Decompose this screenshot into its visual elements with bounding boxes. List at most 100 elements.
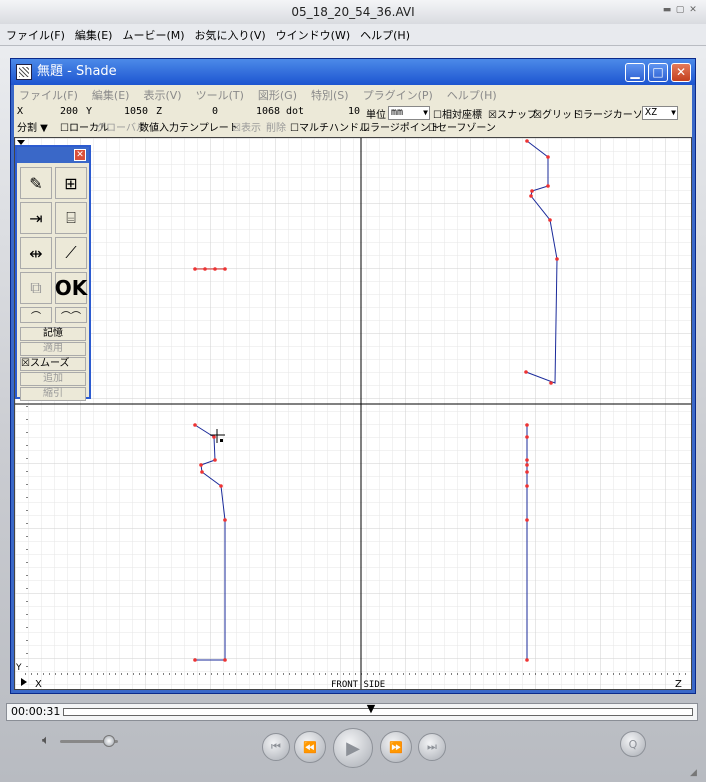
shade-menu-edit[interactable]: 編集(E) [92,87,130,103]
y-value[interactable]: 1050 [124,106,148,117]
delete-button[interactable]: 削除 [266,122,286,136]
skip-start-icon: ⏮ [271,740,281,753]
fast-forward-button[interactable]: ⏩ [380,731,412,763]
hierarchy-tool-button[interactable]: ⊞ [55,167,87,199]
line-icon: ⟋ [65,243,77,262]
pencil-tool-button[interactable]: ✎ [20,167,52,199]
menu-movie[interactable]: ムービー(M) [122,27,184,43]
step-value[interactable]: 10 [348,106,360,117]
volume-knob[interactable] [103,735,116,747]
unit-select[interactable]: mm [388,106,430,120]
cylinder-tool-button[interactable]: ⌸ [55,202,87,234]
scale-icon: ⇹ [29,243,43,263]
minimize-icon[interactable]: ▬ [662,5,672,15]
maximize-button[interactable]: □ [648,63,668,82]
menu-edit[interactable]: 編集(E) [75,27,113,43]
minimize-button[interactable]: ▁ [625,63,645,82]
shade-menu-view[interactable]: 表示(V) [143,87,181,103]
viewports[interactable]: X Y Z FRONT SIDE [14,137,692,690]
snap-checkbox[interactable]: ☒スナップ [488,106,537,121]
maximize-icon[interactable]: ▢ [675,5,685,15]
numeric-input-button[interactable]: 数値入力 [139,122,179,136]
pencil-icon: ✎ [29,173,43,193]
close-icon: ✕ [675,65,687,79]
cylinder-icon: ⌸ [66,208,76,227]
x-axis-label: X [35,679,42,690]
maximize-icon: □ [652,65,664,79]
split-label: 分割 [17,123,37,134]
window-title: 05_18_20_54_36.AVI [291,5,415,19]
rewind-icon: ⏪ [303,740,317,754]
timeline-track[interactable]: ▼ [63,703,693,716]
display-checkbox[interactable]: ☒表示 [232,122,261,136]
play-button[interactable]: ▶ [333,728,373,768]
smooth-checkbox[interactable]: ☒スムーズ [20,357,86,371]
unit-label: 単位 [366,110,386,121]
copy-tool-button[interactable]: ⧉ [20,272,52,304]
hill-small-icon: ⌒ [31,311,41,323]
palette-close-icon[interactable]: ✕ [74,149,86,161]
play-icon: ▶ [346,737,360,759]
y-label: Y [86,106,93,117]
coordinate-bar: X 200 Y 1050 Z 0 1068 dot 10 単位 mm ☐相対座標… [14,105,692,121]
window-title-bar: 05_18_20_54_36.AVI ▬ ▢ ✕ [0,0,706,24]
shade-title-bar: 無題 - Shade ▁ □ ✕ [11,59,695,85]
move-tool-button[interactable]: ⇥ [20,202,52,234]
shade-app-icon [16,64,32,80]
volume-slider[interactable] [60,735,118,747]
plane-select[interactable]: XZ [642,106,678,120]
shade-menu-file[interactable]: ファイル(F) [19,87,78,103]
minimize-icon: ▁ [630,65,640,79]
unit-value: mm [391,107,404,118]
menu-help[interactable]: ヘルプ(H) [360,27,410,43]
shade-menu-plugin[interactable]: プラグイン(P) [363,87,433,103]
go-to-start-button[interactable]: ⏮ [262,733,290,761]
multi-handle-checkbox[interactable]: ☐マルチハンドル [290,122,369,136]
close-icon[interactable]: ✕ [688,5,698,15]
relative-coords-checkbox[interactable]: ☐相対座標 [433,106,482,121]
hill-small-button[interactable]: ⌒ [20,307,52,323]
move-icon: ⇥ [29,208,43,228]
go-to-end-button[interactable]: ⏭ [418,733,446,761]
hill-large-button[interactable]: ⌒⌒ [55,307,87,323]
split-select[interactable]: 分割 ▼ [17,122,48,136]
z-value[interactable]: 0 [212,106,218,117]
ok-button[interactable]: OK [55,272,87,304]
scale-tool-button[interactable]: ⇹ [20,237,52,269]
qt-menu-bar: ファイル(F) 編集(E) ムービー(M) お気に入り(V) ウインドウ(W) … [0,24,706,46]
shade-menu-help[interactable]: ヘルプ(H) [447,87,497,103]
memory-button[interactable]: 記憶 [20,327,86,341]
shade-menu-bar: ファイル(F) 編集(E) 表示(V) ツール(T) 図形(G) 特別(S) プ… [14,85,692,105]
line-tool-button[interactable]: ⟋ [55,237,87,269]
rewind-button[interactable]: ⏪ [294,731,326,763]
front-side-label: FRONT SIDE [331,680,385,690]
apply-button[interactable]: 適用 [20,342,86,356]
shrink-button[interactable]: 縮引 [20,387,86,401]
x-value[interactable]: 200 [60,106,78,117]
dot-value[interactable]: 1068 [256,106,280,117]
hierarchy-icon: ⊞ [64,173,78,193]
palette-title-bar[interactable]: ✕ [17,147,89,163]
playhead-icon[interactable]: ▼ [367,703,375,714]
large-cursor-checkbox[interactable]: ☐ラージカーソル [574,106,653,121]
add-button[interactable]: 追加 [20,372,86,386]
z-axis-label: Z [675,679,682,690]
menu-window[interactable]: ウインドウ(W) [276,27,350,43]
shade-menu-shape[interactable]: 図形(G) [258,87,297,103]
resize-grip-icon[interactable]: ◢ [690,768,697,778]
menu-file[interactable]: ファイル(F) [6,27,65,43]
y-axis-label: Y [15,663,22,673]
z-label: Z [156,106,163,117]
quicktime-logo-button[interactable]: Q [620,731,646,757]
quicktime-logo-icon: Q [628,737,638,751]
shade-menu-special[interactable]: 特別(S) [311,87,349,103]
template-button[interactable]: テンプレート [179,122,239,136]
menu-favorites[interactable]: お気に入り(V) [195,27,266,43]
close-button[interactable]: ✕ [671,63,691,82]
x-label: X [17,106,24,117]
shade-menu-tools[interactable]: ツール(T) [196,87,244,103]
quicktime-window: 05_18_20_54_36.AVI ▬ ▢ ✕ ファイル(F) 編集(E) ム… [0,0,706,782]
safe-zone-checkbox[interactable]: ☐セーフゾーン [428,122,496,136]
options-bar: 分割 ▼ ☐ローカル グローバル 数値入力 テンプレート ☒表示 削除 ☐マルチ… [14,121,692,137]
ok-label: OK [54,276,88,300]
